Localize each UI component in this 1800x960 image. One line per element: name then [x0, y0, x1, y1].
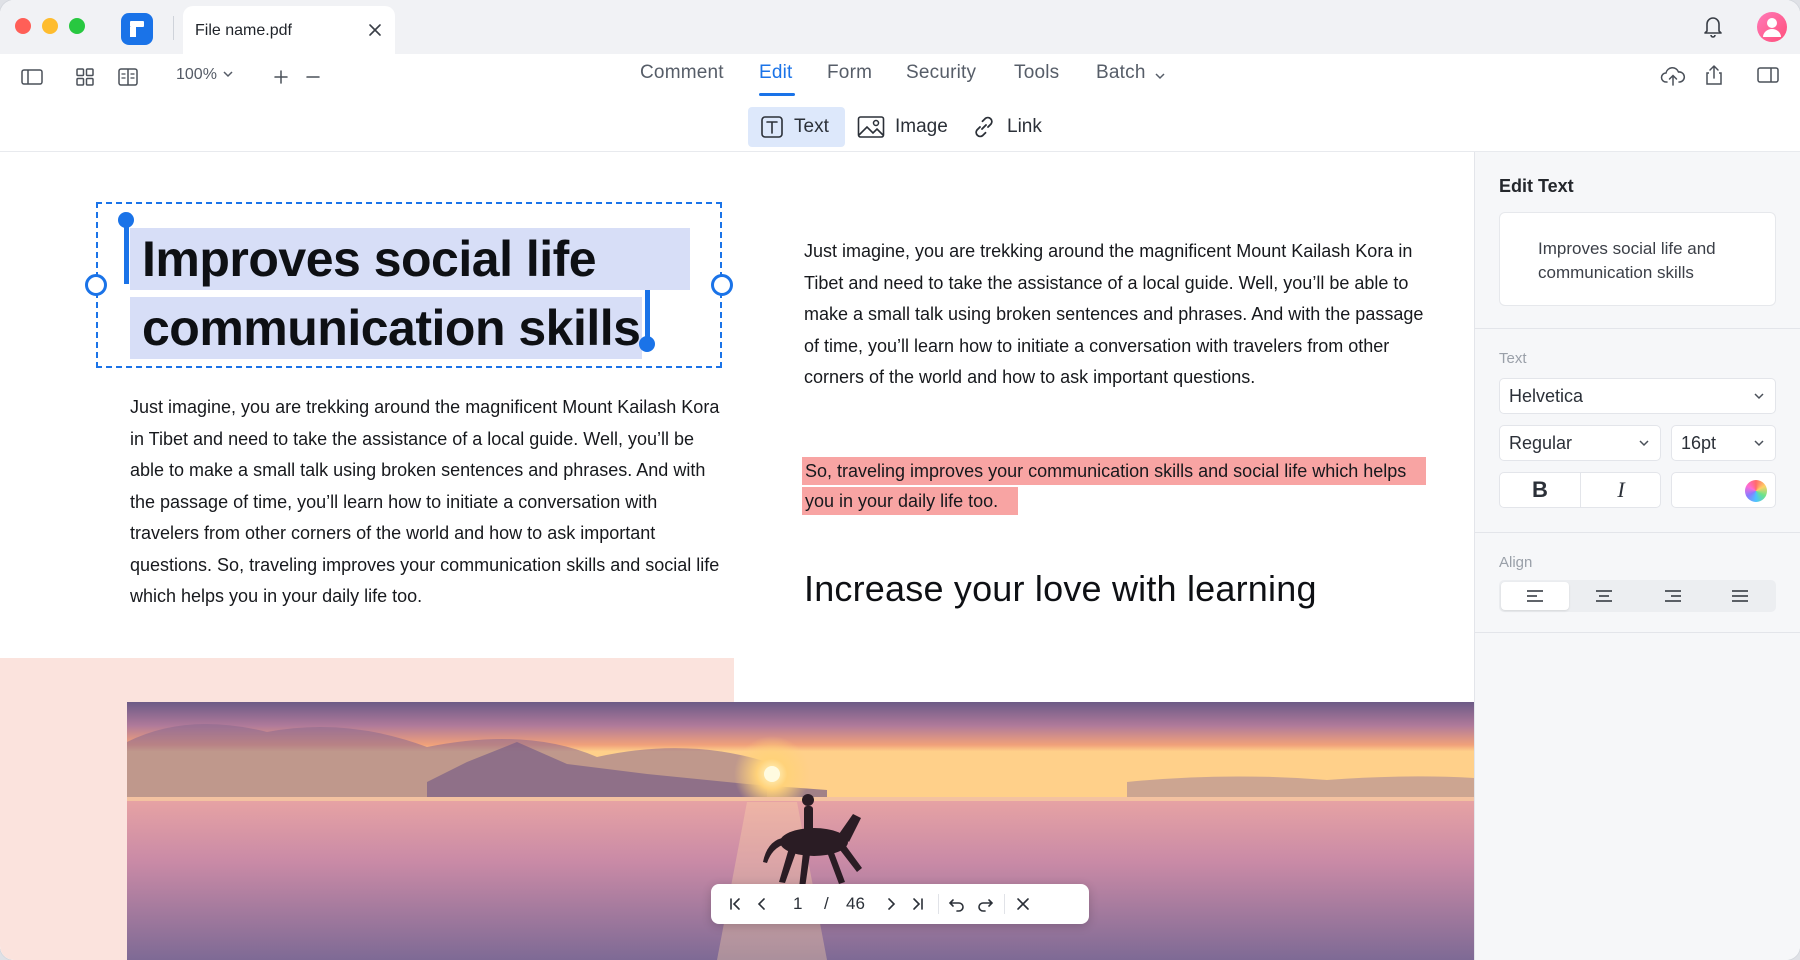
- tab-divider: [173, 16, 174, 40]
- close-tab-icon[interactable]: [365, 20, 385, 40]
- color-wheel-icon[interactable]: [1745, 480, 1767, 502]
- active-tab-indicator: [759, 93, 795, 96]
- undo-icon[interactable]: [947, 894, 967, 914]
- link-tool-button[interactable]: Link: [959, 107, 1054, 147]
- selection-end-cursor: [645, 290, 650, 340]
- app-window: File name.pdf 100% Comment Edit Form Sec…: [0, 0, 1800, 960]
- tab-batch[interactable]: Batch: [1096, 62, 1146, 84]
- align-center-icon: [1596, 590, 1612, 602]
- tab-security[interactable]: Security: [906, 62, 976, 84]
- batch-chevron-down-icon[interactable]: [1154, 70, 1166, 82]
- file-tab-title: File name.pdf: [195, 22, 292, 39]
- image-tool-label: Image: [895, 116, 948, 137]
- font-family-value: Helvetica: [1509, 386, 1584, 406]
- minimize-window-button[interactable]: [42, 18, 58, 34]
- resize-handle-right[interactable]: [711, 274, 733, 296]
- image-icon: [857, 116, 885, 138]
- text-tool-button[interactable]: Text: [748, 107, 845, 147]
- bold-button[interactable]: B: [1500, 473, 1580, 507]
- page-navigator: 1 / 46: [711, 884, 1089, 924]
- chevron-down-icon: [1754, 440, 1764, 447]
- text-box-icon: [761, 116, 783, 138]
- text-tool-label: Text: [794, 116, 829, 137]
- font-size-select[interactable]: 16pt: [1671, 425, 1776, 461]
- maximize-window-button[interactable]: [69, 18, 85, 34]
- file-tab[interactable]: File name.pdf: [183, 6, 395, 54]
- chevron-down-icon: [1754, 393, 1764, 400]
- headline-line-2[interactable]: communication skills: [130, 297, 642, 359]
- document-canvas[interactable]: Improves social life and communication s…: [0, 152, 1474, 960]
- chevron-down-icon: [1639, 440, 1649, 447]
- close-pager-icon[interactable]: [1013, 894, 1033, 914]
- selection-start-cursor: [124, 222, 129, 284]
- tab-form[interactable]: Form: [827, 62, 872, 84]
- font-family-select[interactable]: Helvetica: [1499, 378, 1776, 414]
- section-heading[interactable]: Increase your love with learning: [804, 568, 1317, 610]
- align-center-button[interactable]: [1570, 582, 1638, 610]
- previous-page-icon[interactable]: [752, 894, 772, 914]
- align-left-icon: [1527, 590, 1543, 602]
- image-tool-button[interactable]: Image: [845, 107, 960, 147]
- last-page-icon[interactable]: [908, 894, 928, 914]
- selection-end-handle[interactable]: [639, 336, 655, 352]
- align-left-button[interactable]: [1501, 582, 1569, 610]
- panel-divider: [1475, 632, 1800, 633]
- main-tabs: Comment Edit Form Security Tools Batch: [0, 62, 1800, 96]
- text-preview-box[interactable]: Improves social life and communication s…: [1499, 212, 1776, 306]
- resize-handle-left[interactable]: [85, 274, 107, 296]
- close-window-button[interactable]: [15, 18, 31, 34]
- pager-divider: [1004, 894, 1005, 914]
- current-page-input[interactable]: 1: [793, 894, 802, 914]
- cloud-upload-icon[interactable]: [1660, 64, 1686, 88]
- tab-comment[interactable]: Comment: [640, 62, 724, 84]
- share-icon[interactable]: [1703, 63, 1725, 87]
- align-section-label: Align: [1499, 554, 1533, 571]
- font-weight-value: Regular: [1509, 433, 1573, 453]
- link-icon: [975, 116, 993, 138]
- total-pages: 46: [846, 894, 865, 913]
- panel-divider: [1475, 532, 1800, 533]
- highlighted-text[interactable]: So, traveling improves your communicatio…: [802, 457, 1427, 515]
- avatar[interactable]: [1757, 12, 1787, 42]
- panel-divider: [1475, 328, 1800, 329]
- right-paragraph[interactable]: Just imagine, you are trekking around th…: [804, 236, 1424, 394]
- align-justify-icon: [1732, 590, 1748, 602]
- alignment-group: [1499, 580, 1776, 612]
- highlighted-paragraph[interactable]: So, traveling improves your communicatio…: [802, 456, 1427, 516]
- pager-divider: [938, 894, 939, 914]
- text-color-picker[interactable]: [1671, 472, 1776, 508]
- redo-icon[interactable]: [975, 894, 995, 914]
- align-right-button[interactable]: [1639, 582, 1707, 610]
- app-logo-icon: [121, 13, 153, 45]
- edit-text-panel: Edit Text Improves social life and commu…: [1474, 152, 1800, 960]
- italic-button[interactable]: I: [1581, 473, 1661, 507]
- left-paragraph[interactable]: Just imagine, you are trekking around th…: [130, 392, 730, 613]
- tab-edit[interactable]: Edit: [759, 62, 793, 84]
- font-weight-select[interactable]: Regular: [1499, 425, 1661, 461]
- text-section-label: Text: [1499, 350, 1527, 367]
- headline-text-box[interactable]: Improves social life and communication s…: [85, 202, 733, 368]
- first-page-icon[interactable]: [725, 894, 745, 914]
- font-size-value: 16pt: [1681, 433, 1717, 453]
- headline-line-1[interactable]: Improves social life and: [130, 228, 690, 349]
- align-justify-button[interactable]: [1706, 582, 1774, 610]
- link-tool-label: Link: [1007, 116, 1042, 137]
- bell-icon[interactable]: [1701, 13, 1725, 39]
- next-page-icon[interactable]: [881, 894, 901, 914]
- align-right-icon: [1665, 590, 1681, 602]
- right-panel-toggle-icon[interactable]: [1756, 65, 1780, 85]
- tab-tools[interactable]: Tools: [1014, 62, 1059, 84]
- toolbar: 100% Comment Edit Form Security Tools Ba…: [0, 54, 1800, 152]
- title-bar: File name.pdf: [0, 0, 1800, 54]
- page-separator: /: [824, 894, 829, 913]
- text-style-group: B I: [1499, 472, 1661, 508]
- panel-title: Edit Text: [1499, 176, 1574, 196]
